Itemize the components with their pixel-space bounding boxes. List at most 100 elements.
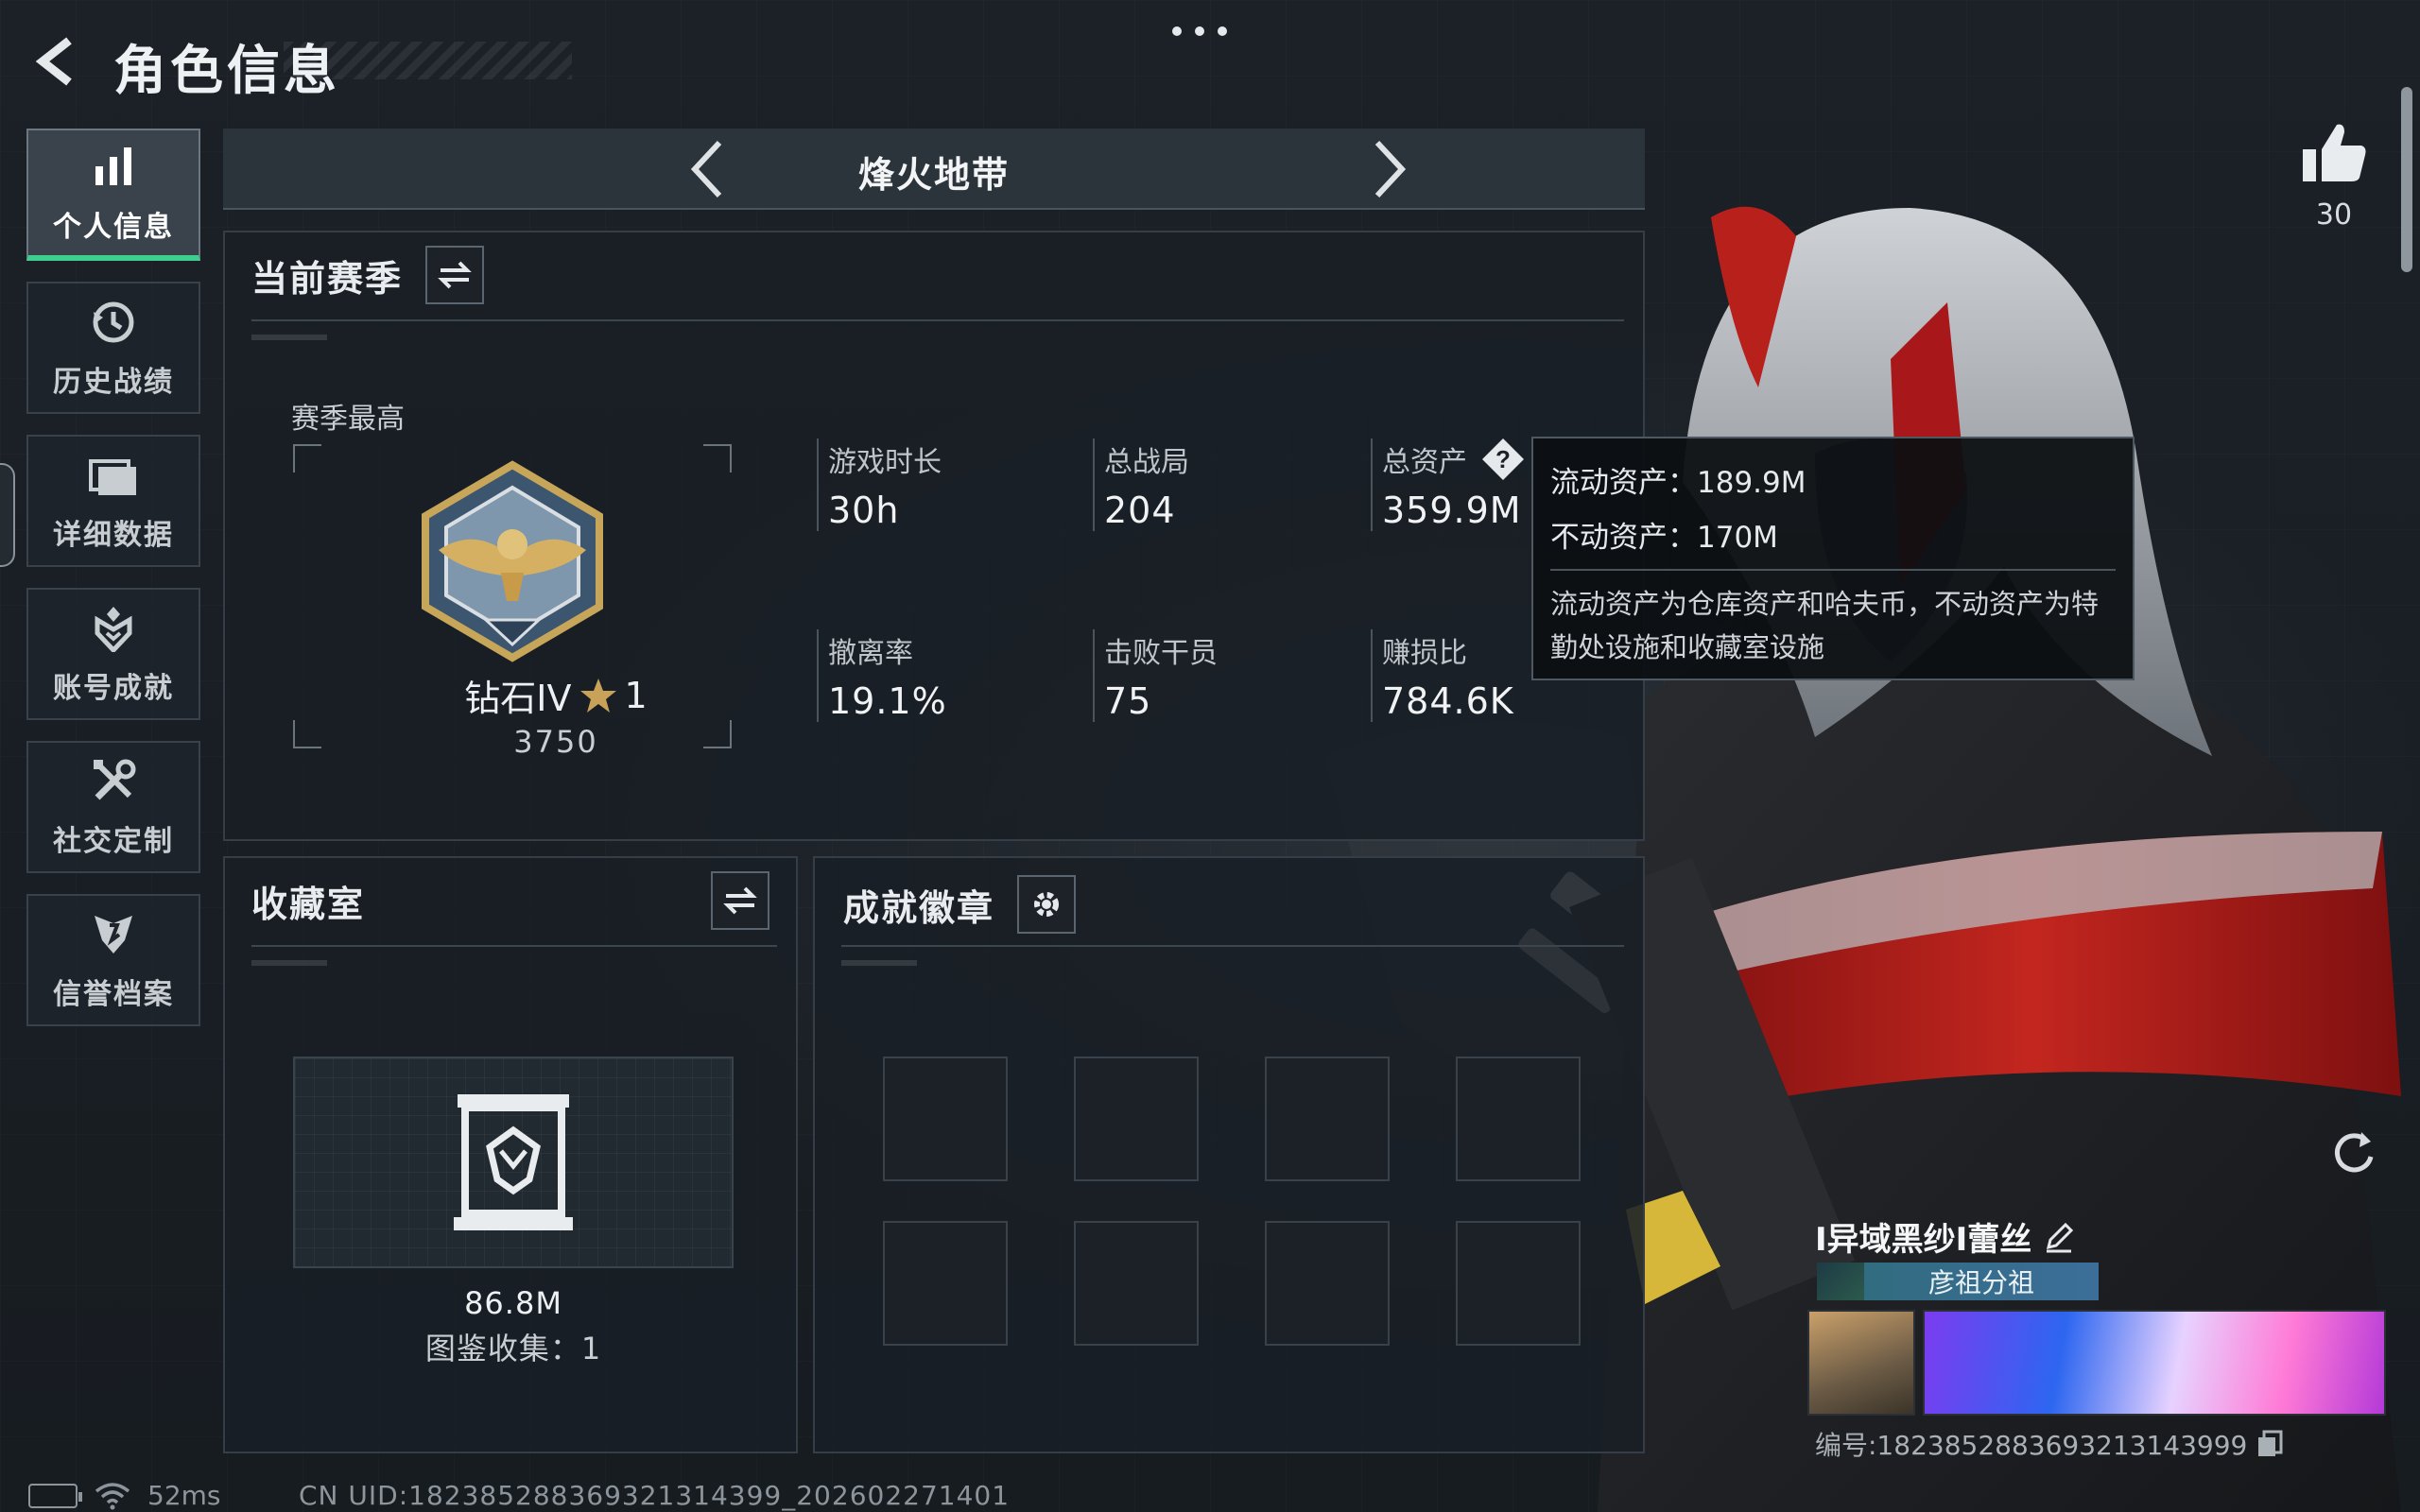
card-id: 编号:1823852883693213143999	[1815, 1430, 2248, 1461]
frame-corner	[703, 720, 732, 748]
divider	[1550, 569, 2116, 571]
help-icon[interactable]: ?	[1480, 437, 1526, 482]
stat-value: 30h	[828, 490, 900, 531]
stat-label: 击败干员	[1104, 637, 1218, 670]
frame-corner	[293, 720, 321, 748]
rank-emblem-icon	[410, 459, 614, 663]
stat-play-time: 游戏时长 30h	[817, 438, 1063, 531]
sidebar-item-label: 个人信息	[53, 211, 174, 244]
collection-count: 图鉴收集：1	[424, 1331, 602, 1366]
switch-arrows-icon	[438, 261, 472, 289]
sidebar-item-label: 账号成就	[53, 672, 174, 705]
svg-text:?: ?	[1495, 445, 1511, 473]
more-menu-button[interactable]	[1172, 26, 1227, 36]
tooltip-description: 流动资产为仓库资产和哈夫币，不动资产为特勤处设施和收藏室设施	[1550, 588, 2100, 663]
back-arrow-icon	[35, 37, 72, 86]
sidebar-item-label: 详细数据	[53, 519, 174, 552]
sidebar-item-label: 历史战绩	[53, 366, 174, 399]
badge-slot[interactable]	[1074, 1221, 1199, 1346]
stat-total-assets: 总资产 ? 359.9M	[1371, 438, 1550, 531]
scrollbar[interactable]	[2401, 87, 2412, 272]
sidebar-item-credit[interactable]: 信誉档案	[26, 894, 200, 1026]
panel-title: 当前赛季	[251, 257, 404, 300]
frame-corner	[703, 444, 732, 472]
tooltip-liquid-assets: 流动资产：189.9M	[1550, 465, 1806, 500]
assets-tooltip: 流动资产：189.9M 不动资产：170M 流动资产为仓库资产和哈夫币，不动资产…	[1531, 437, 2135, 680]
rank-score: 3750	[513, 724, 598, 760]
sidebar: 个人信息 历史战绩 详细数据 账号成就 社交定制 信誉档案	[26, 129, 200, 1047]
tooltip-fixed-assets: 不动资产：170M	[1550, 520, 1778, 555]
card-id-row: 编号:1823852883693213143999	[1815, 1425, 2283, 1463]
stat-label: 总资产	[1382, 446, 1467, 479]
stat-value: 204	[1104, 490, 1176, 531]
achievements-panel[interactable]: 成就徽章	[813, 856, 1645, 1453]
star-icon	[579, 678, 616, 713]
display-case-icon	[454, 1094, 573, 1230]
player-name-row: I异域黑纱I蕾丝	[1815, 1213, 2075, 1260]
decor-text	[841, 960, 917, 966]
status-bar: 52ms	[28, 1480, 221, 1511]
sidebar-item-history[interactable]: 历史战绩	[26, 282, 200, 414]
rank-tier: 钻石IV	[464, 678, 572, 719]
medal-icon	[87, 602, 140, 655]
sidebar-item-details[interactable]: 详细数据	[26, 435, 200, 567]
side-pull-tab[interactable]	[0, 463, 15, 567]
sidebar-item-social[interactable]: 社交定制	[26, 741, 200, 873]
sidebar-item-personal-info[interactable]: 个人信息	[26, 129, 200, 261]
current-season-panel: 当前赛季 赛季最高 钻石IV 1 3750 游戏时长 30h 总战局 204 总…	[223, 231, 1645, 841]
collection-switch-button[interactable]	[711, 871, 769, 930]
badge-slot[interactable]	[883, 1057, 1008, 1181]
title-tag-text: 彦祖分祖	[1927, 1267, 2034, 1298]
stat-label: 游戏时长	[828, 446, 942, 479]
season-switch-button[interactable]	[425, 246, 485, 304]
stat-kills: 击败干员 75	[1093, 629, 1339, 722]
gear-icon	[1034, 892, 1060, 917]
wifi-icon	[95, 1482, 130, 1509]
name-card-banner[interactable]	[1923, 1310, 2386, 1416]
like-button[interactable]	[2299, 119, 2369, 189]
player-name: I异域黑纱I蕾丝	[1815, 1221, 2032, 1259]
collection-panel[interactable]: 收藏室 86.8M 图鉴收集：1	[223, 856, 798, 1453]
chevron-left-icon	[690, 140, 722, 198]
decor-text	[251, 335, 327, 340]
user-uid: CN UID:182385288369321314399_20260227140…	[299, 1480, 1011, 1511]
switch-arrows-icon	[723, 886, 757, 915]
edit-icon[interactable]	[2043, 1221, 2075, 1253]
sidebar-item-achievements[interactable]: 账号成就	[26, 588, 200, 720]
badge-slot[interactable]	[1456, 1057, 1581, 1181]
shield-icon	[87, 908, 140, 961]
avatar[interactable]	[1807, 1310, 1915, 1416]
stat-extraction-rate: 撤离率 19.1%	[817, 629, 1063, 722]
history-icon	[87, 296, 140, 349]
stat-value: 19.1%	[828, 680, 947, 722]
badge-slot[interactable]	[1265, 1221, 1390, 1346]
badge-slot[interactable]	[883, 1221, 1008, 1346]
back-button[interactable]	[25, 28, 91, 94]
season-best-label: 赛季最高	[291, 403, 405, 436]
thumbs-up-icon	[2303, 124, 2366, 181]
bar-chart-icon	[87, 141, 140, 194]
panel-title: 收藏室	[251, 884, 366, 925]
rank-name: 钻石IV 1	[414, 669, 698, 721]
divider	[251, 945, 777, 947]
like-count: 30	[2315, 198, 2353, 232]
tools-icon	[87, 755, 140, 808]
badge-slot[interactable]	[1456, 1221, 1581, 1346]
title-decoration	[284, 42, 572, 79]
collection-showcase[interactable]	[293, 1057, 734, 1268]
collection-value: 86.8M	[464, 1285, 562, 1321]
mode-prev-button[interactable]	[675, 138, 737, 200]
title-tag-icon	[1817, 1263, 1864, 1300]
rotate-icon	[2335, 1132, 2374, 1173]
rotate-model-button[interactable]	[2324, 1123, 2384, 1183]
player-title-tag[interactable]: 彦祖分祖	[1817, 1263, 2099, 1300]
stat-value: 784.6K	[1382, 680, 1514, 722]
frame-corner	[293, 444, 321, 472]
achievement-settings-button[interactable]	[1017, 875, 1077, 934]
stat-profit-ratio: 赚损比 784.6K	[1371, 629, 1550, 722]
stat-value: 75	[1104, 680, 1152, 722]
copy-icon[interactable]	[2256, 1430, 2283, 1458]
sidebar-item-label: 社交定制	[53, 825, 174, 858]
badge-slot[interactable]	[1265, 1057, 1390, 1181]
badge-slot[interactable]	[1074, 1057, 1199, 1181]
